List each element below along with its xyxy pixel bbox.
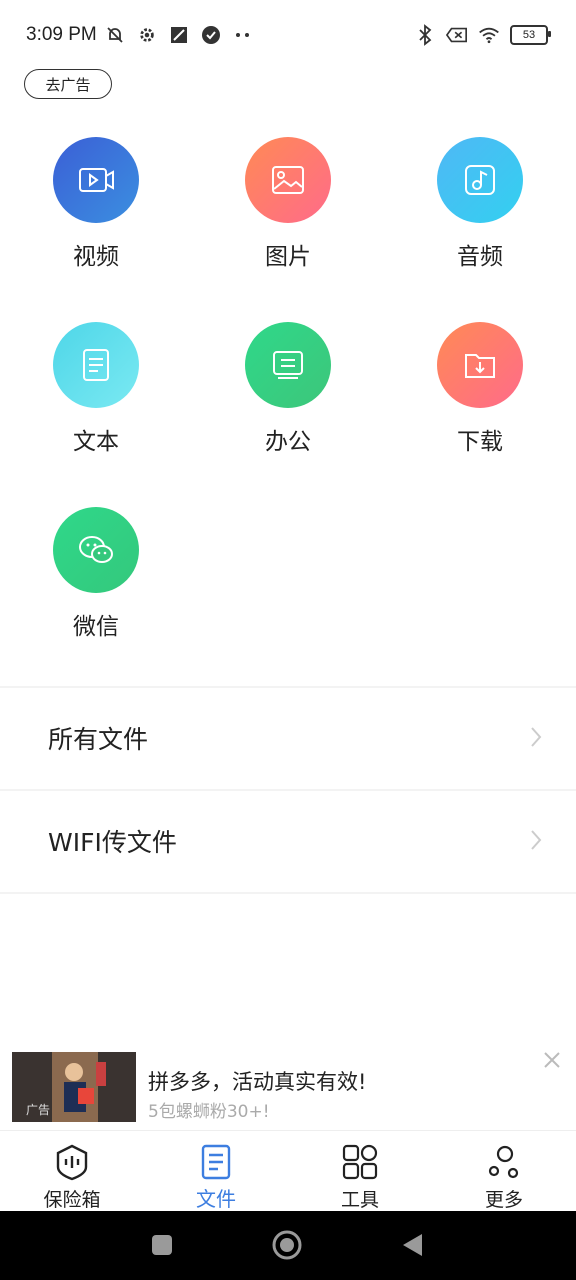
status-time: 3:09 PM <box>26 24 97 45</box>
file-icon <box>197 1143 235 1181</box>
nav-safe[interactable]: 保险箱 <box>0 1131 144 1212</box>
category-audio[interactable]: 音频 <box>410 137 550 271</box>
category-download[interactable]: 下载 <box>410 322 550 456</box>
app-notification-icon <box>168 24 190 46</box>
category-label: 图片 <box>265 244 311 270</box>
nav-label: 更多 <box>484 1189 523 1211</box>
row-label: WIFI传文件 <box>48 828 177 857</box>
ad-subtitle: 5包螺蛳粉30+! <box>148 1102 270 1122</box>
tools-icon <box>341 1143 379 1181</box>
category-label: 下载 <box>457 429 503 455</box>
category-image[interactable]: 图片 <box>218 137 358 271</box>
ad-thumbnail: 广告 <box>12 1052 136 1122</box>
check-circle-icon <box>200 24 222 46</box>
remove-ads-button[interactable]: 去广告 <box>24 69 112 99</box>
row-label: 所有文件 <box>48 725 149 754</box>
divider <box>0 892 576 894</box>
nav-tools[interactable]: 工具 <box>288 1131 432 1212</box>
back-button[interactable] <box>400 1232 424 1262</box>
category-office[interactable]: 办公 <box>218 322 358 456</box>
recents-button[interactable] <box>150 1233 174 1261</box>
mute-bell-icon <box>104 24 126 46</box>
ad-tag: 广告 <box>26 1103 51 1117</box>
battery-indicator: 53 <box>510 25 551 45</box>
nav-label: 保险箱 <box>43 1189 101 1211</box>
safe-icon <box>53 1143 91 1181</box>
status-bar: 3:09 PM 53 <box>0 0 576 70</box>
category-label: 办公 <box>265 429 311 455</box>
chevron-right-icon <box>530 829 542 855</box>
chevron-right-icon <box>530 726 542 752</box>
music-icon <box>437 137 523 223</box>
nav-files[interactable]: 文件 <box>144 1131 288 1212</box>
wifi-transfer-row[interactable]: WIFI传文件 <box>0 791 576 891</box>
bluetooth-icon <box>414 24 436 46</box>
category-video[interactable]: 视频 <box>26 137 166 271</box>
category-label: 音频 <box>457 244 503 270</box>
ad-banner[interactable]: 广告 拼多多，活动真实有效! 5包螺蛳粉30+! <box>0 1040 576 1132</box>
home-button[interactable] <box>271 1229 303 1265</box>
bottom-nav: 保险箱 文件 工具 更多 <box>0 1130 576 1212</box>
category-label: 文本 <box>73 429 119 455</box>
wechat-icon <box>53 507 139 593</box>
more-dots-icon <box>232 24 254 46</box>
category-label: 视频 <box>73 244 119 270</box>
nav-more[interactable]: 更多 <box>432 1131 576 1212</box>
video-icon <box>53 137 139 223</box>
no-sim-icon <box>446 24 468 46</box>
image-icon <box>245 137 331 223</box>
category-label: 微信 <box>73 614 119 640</box>
nav-label: 文件 <box>196 1187 236 1211</box>
category-wechat[interactable]: 微信 <box>26 507 166 641</box>
all-files-row[interactable]: 所有文件 <box>0 688 576 788</box>
wifi-icon <box>478 24 500 46</box>
category-text[interactable]: 文本 <box>26 322 166 456</box>
office-icon <box>245 322 331 408</box>
close-icon[interactable] <box>542 1050 562 1074</box>
more-icon <box>485 1143 523 1181</box>
download-icon <box>437 322 523 408</box>
system-nav-bar <box>0 1211 576 1280</box>
nav-label: 工具 <box>340 1189 379 1211</box>
document-icon <box>53 322 139 408</box>
gear-icon <box>136 24 158 46</box>
ad-title: 拼多多，活动真实有效! <box>148 1070 367 1094</box>
